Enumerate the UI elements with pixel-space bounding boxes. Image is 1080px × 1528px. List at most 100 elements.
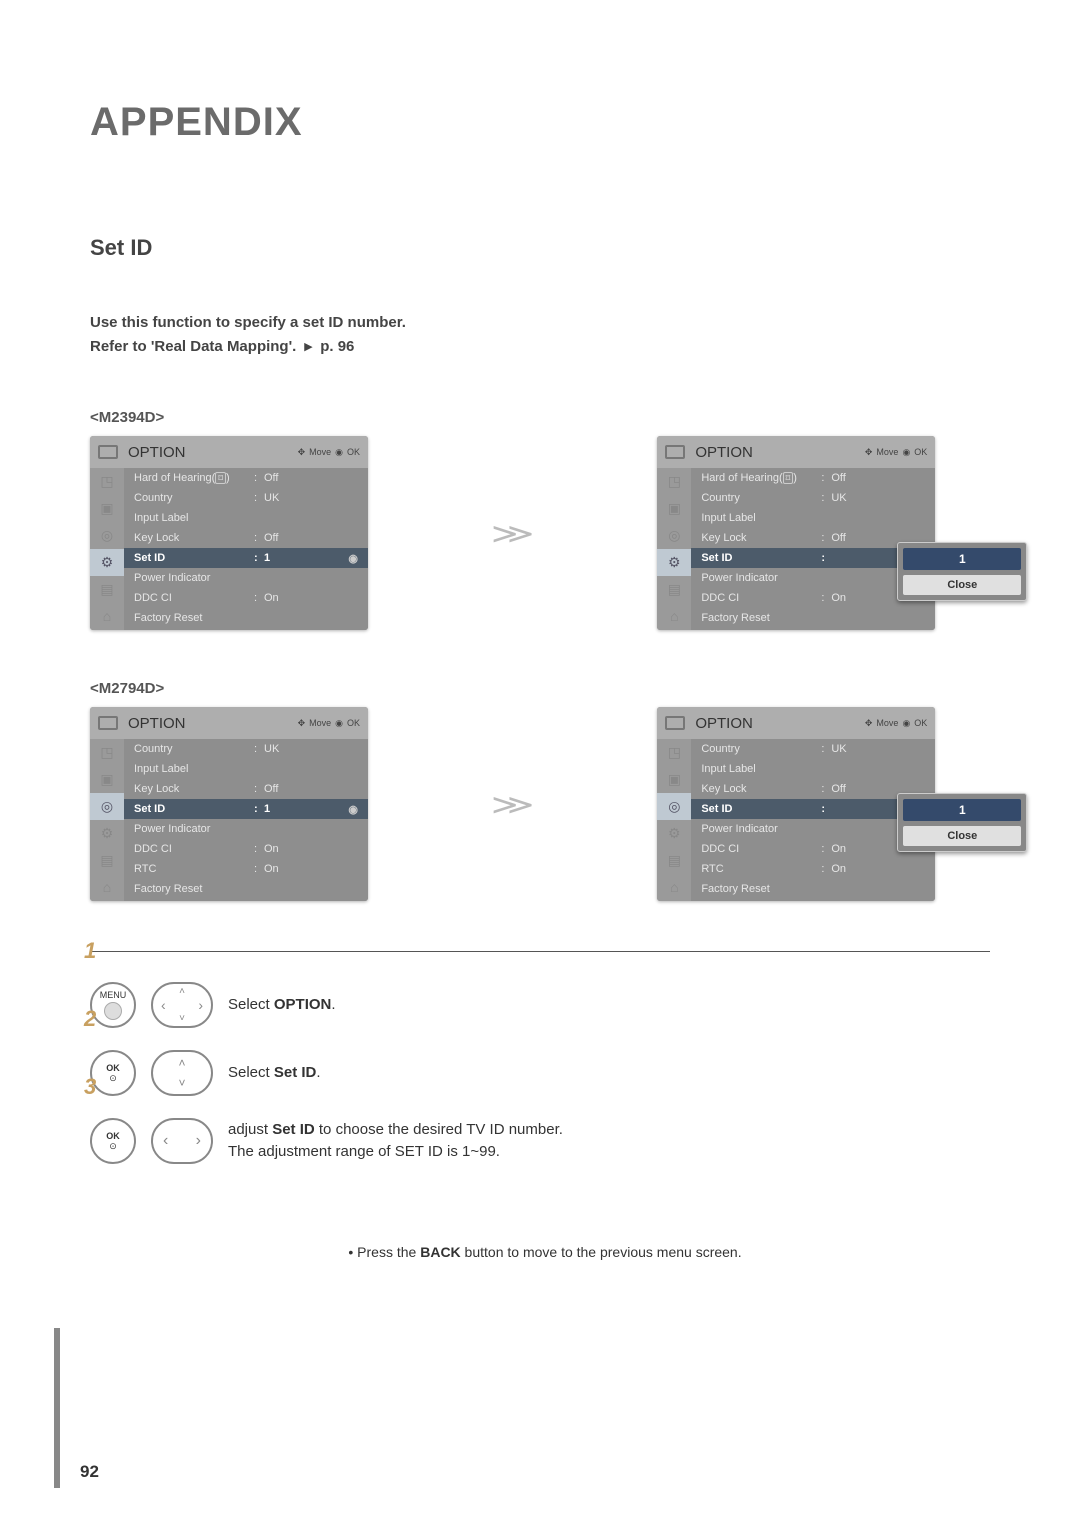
menu-item[interactable]: DDC CI:On <box>124 839 368 859</box>
sidebar-tab-icon[interactable]: ⚙ <box>657 820 691 847</box>
ok-button-label: OK <box>106 1063 120 1073</box>
sidebar-tab-icon[interactable]: ◎ <box>90 793 124 820</box>
set-id-value-field[interactable]: 1 <box>903 799 1021 821</box>
sidebar-tab-icon[interactable]: ⌂ <box>657 874 691 901</box>
item-value: UK <box>831 743 925 755</box>
remote-dpad-button[interactable]: ˄˅ <box>151 982 213 1028</box>
item-label: Power Indicator <box>701 823 821 835</box>
ok-dot-icon <box>109 1141 117 1152</box>
sidebar-tab-icon[interactable]: ▤ <box>90 576 124 603</box>
sidebar-tab-icon[interactable]: ⌂ <box>90 603 124 630</box>
item-label: Hard of Hearing( <box>701 472 782 484</box>
menu-item[interactable]: Key Lock:Off <box>124 779 368 799</box>
osd-title: OPTION <box>128 715 186 732</box>
t: • Press the <box>348 1244 420 1260</box>
move-icon <box>865 718 873 729</box>
sidebar-tab-icon[interactable]: ◳ <box>90 739 124 766</box>
t: button to move to the previous menu scre… <box>461 1244 742 1260</box>
menu-item[interactable]: Factory Reset <box>691 879 935 899</box>
menu-item[interactable]: Input Label <box>691 508 935 528</box>
sidebar-tab-icon[interactable]: ▤ <box>657 576 691 603</box>
move-label: Move <box>876 718 898 728</box>
menu-item[interactable]: Power Indicator <box>124 819 368 839</box>
move-label: Move <box>309 718 331 728</box>
menu-item[interactable]: Key Lock:Off <box>124 528 368 548</box>
osd-header: OPTION Move OK <box>90 707 368 739</box>
menu-item[interactable]: RTC:On <box>691 859 935 879</box>
item-value: Off <box>264 472 358 484</box>
sidebar-tab-icon[interactable]: ▤ <box>657 847 691 874</box>
menu-item[interactable]: Hard of Hearing(⌑):Off <box>691 468 935 488</box>
ok-label: OK <box>347 718 360 728</box>
triangle-right-icon: ▸ <box>305 335 313 359</box>
step-1: 1 MENU ˄˅ Select OPTION. <box>90 982 990 1028</box>
intro-line-1: Use this function to specify a set ID nu… <box>90 311 1000 335</box>
sidebar-tab-icon[interactable]: ▣ <box>657 766 691 793</box>
sidebar-tab-icon[interactable]: ▣ <box>657 495 691 522</box>
move-icon <box>865 447 873 458</box>
menu-item[interactable]: DDC CI:On <box>124 588 368 608</box>
hearing-icon: ⌑ <box>215 472 226 484</box>
remote-ok-button[interactable]: OK <box>90 1050 136 1096</box>
menu-item[interactable]: RTC:On <box>124 859 368 879</box>
menu-item[interactable]: Country:UK <box>691 488 935 508</box>
intro-page-ref: p. 96 <box>320 338 354 355</box>
menu-item[interactable]: Factory Reset <box>124 608 368 628</box>
item-label-suffix: ) <box>793 472 797 484</box>
menu-item[interactable]: Input Label <box>691 759 935 779</box>
option-header-icon <box>665 445 685 459</box>
close-button[interactable]: Close <box>903 826 1021 846</box>
set-id-value-field[interactable]: 1 <box>903 548 1021 570</box>
sidebar-tab-icon[interactable]: ▤ <box>90 847 124 874</box>
sidebar-tab-icon[interactable]: ◳ <box>657 739 691 766</box>
menu-item-selected[interactable]: Set ID:1◉ <box>124 799 368 819</box>
remote-leftright-button[interactable] <box>151 1118 213 1164</box>
item-label: DDC CI <box>134 843 254 855</box>
osd-hints: Move OK <box>298 447 360 458</box>
sidebar-tab-icon[interactable]: ⚙ <box>90 820 124 847</box>
sidebar-tab-icon[interactable]: ◳ <box>657 468 691 495</box>
sidebar-tab-icon[interactable]: ⌂ <box>657 603 691 630</box>
item-label: Set ID <box>134 552 254 564</box>
item-label: DDC CI <box>701 843 821 855</box>
option-header-icon <box>98 445 118 459</box>
menu-item[interactable]: Hard of Hearing(⌑) :Off <box>124 468 368 488</box>
sidebar-tab-icon[interactable]: ◎ <box>90 522 124 549</box>
close-button[interactable]: Close <box>903 575 1021 595</box>
item-label: Hard of Hearing( <box>134 472 215 484</box>
item-label: Factory Reset <box>134 612 254 624</box>
item-label: Key Lock <box>134 783 254 795</box>
remote-updown-button[interactable] <box>151 1050 213 1096</box>
sidebar-tab-icon[interactable]: ▣ <box>90 495 124 522</box>
item-label: Input Label <box>701 763 821 775</box>
menu-item[interactable]: Input Label <box>124 508 368 528</box>
set-id-popup: 1 Close <box>897 542 1027 601</box>
sidebar-tab-icon[interactable]: ◎ <box>657 793 691 820</box>
osd-menu-m2394d-right: OPTION MoveOK ◳ ▣ ◎ ⚙ ▤ ⌂ Hard of Hearin… <box>657 436 935 630</box>
menu-item[interactable]: Country:UK <box>124 488 368 508</box>
t: . <box>316 1064 320 1081</box>
menu-item[interactable]: Factory Reset <box>691 608 935 628</box>
osd-title: OPTION <box>695 715 753 732</box>
menu-item[interactable]: Input Label <box>124 759 368 779</box>
remote-menu-button[interactable]: MENU <box>90 982 136 1028</box>
menu-item[interactable]: Country:UK <box>124 739 368 759</box>
osd-header: OPTION MoveOK <box>657 707 935 739</box>
ok-icon <box>335 447 343 458</box>
sidebar-tab-icon[interactable]: ⚙ <box>90 549 124 576</box>
menu-item[interactable]: Country:UK <box>691 739 935 759</box>
sidebar-tab-icon[interactable]: ◳ <box>90 468 124 495</box>
remote-ok-button[interactable]: OK <box>90 1118 136 1164</box>
menu-item[interactable]: Power Indicator <box>124 568 368 588</box>
sidebar-tab-icon[interactable]: ▣ <box>90 766 124 793</box>
page-number: 92 <box>80 1462 99 1482</box>
selected-dot-icon: ◉ <box>348 552 358 565</box>
intro-block: Use this function to specify a set ID nu… <box>90 311 1000 359</box>
step-1-text: Select OPTION. <box>228 994 336 1017</box>
sidebar-tab-icon[interactable]: ⌂ <box>90 874 124 901</box>
sidebar-tab-icon[interactable]: ◎ <box>657 522 691 549</box>
sidebar-tab-icon[interactable]: ⚙ <box>657 549 691 576</box>
menu-item[interactable]: Factory Reset <box>124 879 368 899</box>
item-value: UK <box>264 492 358 504</box>
menu-item-selected[interactable]: Set ID:1◉ <box>124 548 368 568</box>
